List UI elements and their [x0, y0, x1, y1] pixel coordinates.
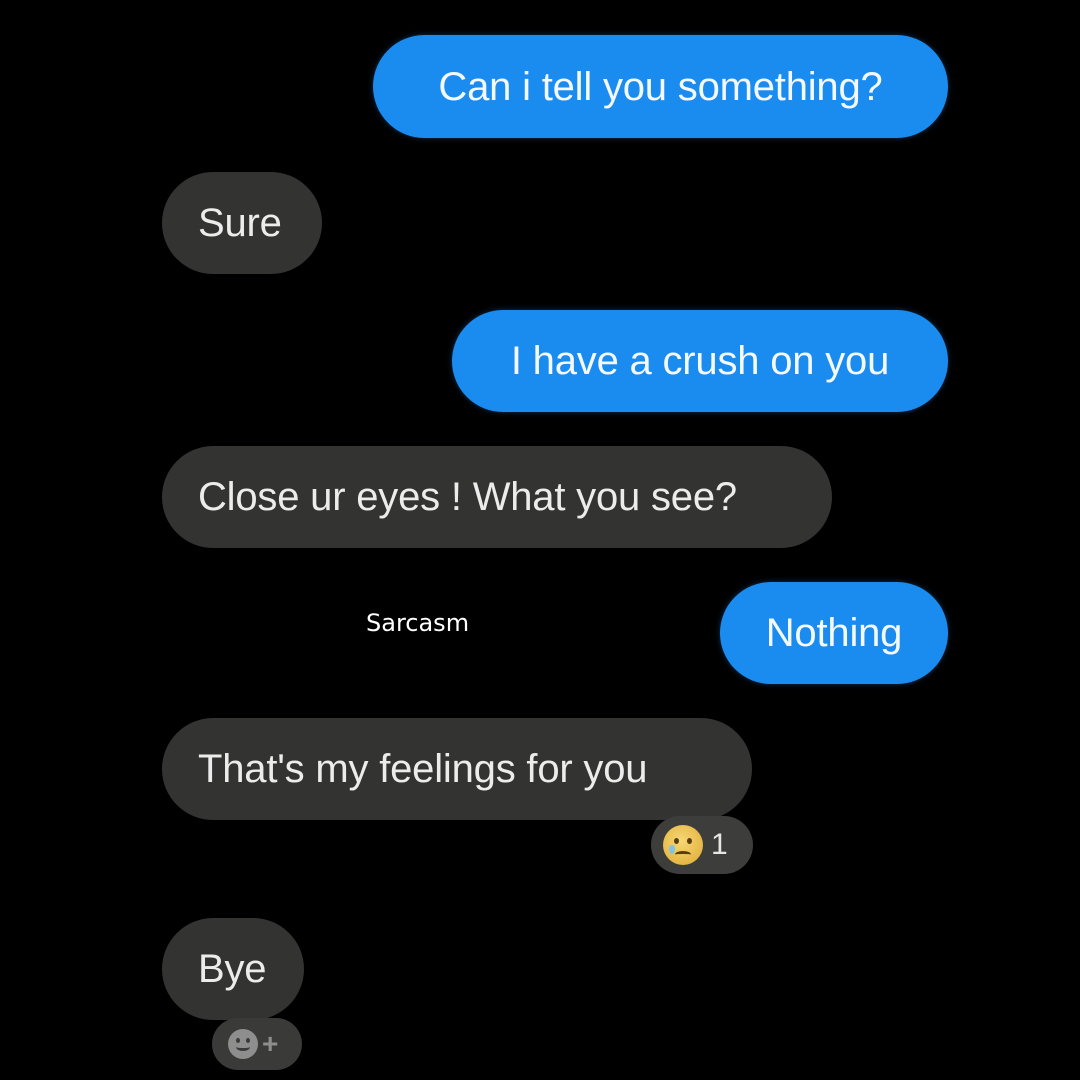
- reaction-count: 1: [711, 828, 728, 861]
- smiley-icon: [228, 1029, 258, 1059]
- add-reaction-button[interactable]: +: [212, 1018, 302, 1070]
- watermark-text: Sarcasm: [366, 609, 470, 637]
- message-text: I have a crush on you: [510, 339, 890, 383]
- sent-message-bubble[interactable]: I have a crush on you: [452, 310, 948, 412]
- received-message-bubble[interactable]: Bye: [162, 918, 304, 1020]
- plus-icon: +: [262, 1028, 279, 1059]
- chat-thread: Can i tell you something? Sure I have a …: [0, 0, 1080, 1080]
- message-text: Can i tell you something?: [438, 64, 883, 109]
- crying-face-icon: [663, 825, 703, 865]
- message-reaction-badge[interactable]: 1: [651, 816, 753, 874]
- message-text: Nothing: [765, 611, 903, 655]
- received-message-bubble[interactable]: Close ur eyes ! What you see?: [162, 446, 832, 548]
- sent-message-bubble[interactable]: Nothing: [720, 582, 948, 684]
- message-text: Close ur eyes ! What you see?: [198, 475, 737, 519]
- received-message-bubble[interactable]: Sure: [162, 172, 322, 274]
- sent-message-bubble[interactable]: Can i tell you something?: [373, 35, 948, 138]
- message-text: Sure: [198, 201, 282, 245]
- message-text: That's my feelings for you: [198, 747, 648, 791]
- received-message-bubble[interactable]: That's my feelings for you: [162, 718, 752, 820]
- message-text: Bye: [198, 947, 267, 991]
